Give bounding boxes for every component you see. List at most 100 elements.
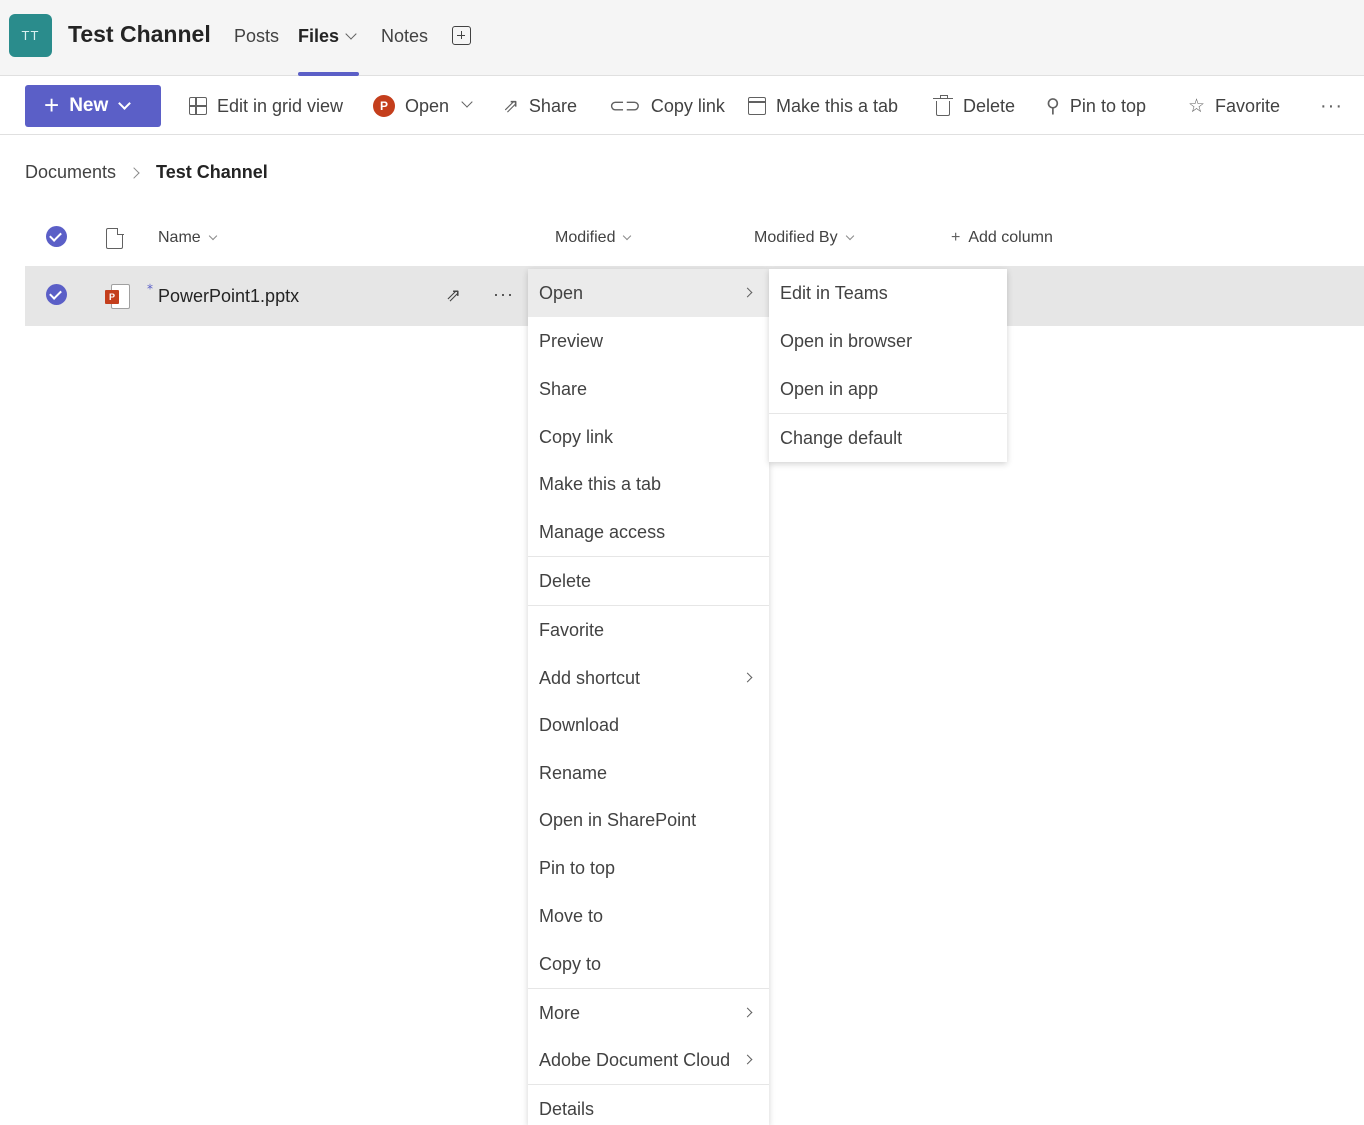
- list-column-header: Name Modified Modified By + Add column: [0, 218, 1364, 258]
- delete-button[interactable]: Delete: [933, 94, 1016, 117]
- menu-item-copy-to[interactable]: Copy to: [528, 940, 769, 988]
- row-checkbox[interactable]: [46, 284, 67, 305]
- breadcrumb-current: Test Channel: [156, 162, 268, 182]
- share-icon[interactable]: ⇗: [446, 286, 466, 304]
- chevron-right-icon: [742, 287, 753, 298]
- plus-icon: +: [951, 229, 961, 246]
- copy-link-label: Copy link: [650, 95, 725, 116]
- new-button[interactable]: + New: [25, 85, 161, 127]
- submenu-item-open-in-app[interactable]: Open in app: [769, 365, 1007, 413]
- pin-to-top-button[interactable]: ⚲ Pin to top: [1046, 95, 1146, 117]
- copy-link-button[interactable]: ⊂⊃ Copy link: [609, 95, 725, 117]
- chevron-right-icon: [128, 166, 140, 179]
- add-column-label: Add column: [968, 229, 1053, 246]
- chevron-down-icon: [623, 231, 632, 241]
- file-name[interactable]: PowerPoint1.pptx: [158, 286, 299, 307]
- menu-item-favorite[interactable]: Favorite: [528, 606, 769, 654]
- trash-icon: [933, 94, 953, 116]
- share-icon: ⇗: [503, 95, 519, 117]
- menu-item-label: Delete: [539, 570, 592, 591]
- column-modified-by-label: Modified By: [754, 229, 838, 246]
- menu-item-pin-to-top[interactable]: Pin to top: [528, 844, 769, 892]
- submenu-item-edit-in-teams[interactable]: Edit in Teams: [769, 269, 1007, 317]
- menu-item-details[interactable]: Details: [528, 1085, 769, 1125]
- column-modified-by[interactable]: Modified By: [754, 229, 854, 247]
- menu-item-move-to[interactable]: Move to: [528, 892, 769, 940]
- star-icon: ☆: [1188, 95, 1206, 117]
- command-bar: + New Edit in grid view P Open ⇗ Share ⊂…: [0, 77, 1364, 135]
- tab-notes-label: Notes: [381, 26, 429, 46]
- select-all-checkbox[interactable]: [46, 226, 67, 247]
- submenu-item-open-in-browser[interactable]: Open in browser: [769, 317, 1007, 365]
- menu-item-adobe-document-cloud[interactable]: Adobe Document Cloud: [528, 1036, 769, 1084]
- tab-files[interactable]: Files: [298, 26, 357, 47]
- submenu-item-change-default[interactable]: Change default: [769, 414, 1007, 462]
- make-tab-button[interactable]: Make this a tab: [748, 95, 898, 117]
- row-more-options-icon[interactable]: ···: [493, 284, 514, 305]
- menu-item-open-in-sharepoint[interactable]: Open in SharePoint: [528, 796, 769, 844]
- column-modified-label: Modified: [555, 229, 616, 246]
- menu-item-label: Open in SharePoint: [539, 809, 697, 830]
- share-button-label: Share: [528, 95, 577, 116]
- tab-files-label: Files: [298, 26, 340, 46]
- chevron-down-icon: [461, 96, 473, 108]
- submenu-item-label: Open in browser: [780, 330, 913, 351]
- open-button[interactable]: P Open: [373, 95, 473, 117]
- share-button[interactable]: ⇗ Share: [503, 95, 577, 117]
- more-options-icon[interactable]: ···: [1320, 95, 1343, 118]
- pptx-file-icon: P: [105, 284, 130, 309]
- menu-item-label: Manage access: [539, 521, 666, 542]
- chevron-right-icon: [742, 672, 753, 683]
- pin-icon: ⚲: [1046, 95, 1060, 117]
- menu-item-label: Rename: [539, 762, 608, 783]
- menu-item-label: Add shortcut: [539, 667, 641, 688]
- active-tab-indicator: [298, 72, 359, 76]
- tab-icon: [748, 97, 766, 115]
- menu-item-download[interactable]: Download: [528, 701, 769, 749]
- menu-item-label: Adobe Document Cloud: [539, 1049, 731, 1070]
- menu-item-manage-access[interactable]: Manage access: [528, 508, 769, 556]
- grid-icon: [189, 97, 207, 115]
- channel-header: TT Test Channel Posts Files Notes: [0, 0, 1364, 76]
- tab-notes[interactable]: Notes: [381, 26, 428, 47]
- menu-item-label: Details: [539, 1098, 595, 1119]
- menu-item-label: Share: [539, 378, 588, 399]
- column-name[interactable]: Name: [158, 229, 217, 247]
- make-tab-label: Make this a tab: [776, 95, 899, 116]
- menu-item-copy-link[interactable]: Copy link: [528, 413, 769, 461]
- menu-item-label: Pin to top: [539, 857, 616, 878]
- menu-item-label: Make this a tab: [539, 473, 662, 494]
- menu-item-label: Preview: [539, 330, 604, 351]
- plus-icon: +: [44, 90, 60, 120]
- pin-to-top-label: Pin to top: [1069, 95, 1146, 116]
- favorite-button-label: Favorite: [1215, 95, 1281, 116]
- delete-button-label: Delete: [963, 95, 1016, 116]
- chevron-right-icon: [742, 1007, 753, 1018]
- menu-item-label: More: [539, 1002, 581, 1023]
- menu-item-delete[interactable]: Delete: [528, 557, 769, 605]
- edit-grid-view-button[interactable]: Edit in grid view: [189, 95, 343, 117]
- chevron-down-icon: [845, 231, 854, 241]
- tab-posts[interactable]: Posts: [234, 26, 279, 47]
- favorite-button[interactable]: ☆ Favorite: [1188, 95, 1280, 117]
- add-tab-icon[interactable]: [452, 26, 471, 45]
- tab-posts-label: Posts: [234, 26, 280, 46]
- add-column-button[interactable]: + Add column: [951, 229, 1053, 247]
- menu-item-rename[interactable]: Rename: [528, 749, 769, 797]
- column-modified[interactable]: Modified: [555, 229, 632, 247]
- menu-item-label: Favorite: [539, 619, 605, 640]
- menu-item-preview[interactable]: Preview: [528, 317, 769, 365]
- chevron-down-icon: [208, 231, 217, 241]
- team-avatar[interactable]: TT: [9, 14, 52, 57]
- menu-item-share[interactable]: Share: [528, 365, 769, 413]
- column-name-label: Name: [158, 229, 201, 246]
- menu-item-add-shortcut[interactable]: Add shortcut: [528, 654, 769, 702]
- file-type-icon: [106, 227, 124, 249]
- menu-item-more[interactable]: More: [528, 989, 769, 1037]
- menu-item-open[interactable]: Open: [528, 269, 769, 317]
- menu-item-make-tab[interactable]: Make this a tab: [528, 460, 769, 508]
- context-menu: Open Preview Share Copy link Make this a…: [528, 269, 769, 1125]
- breadcrumb-documents[interactable]: Documents: [25, 162, 116, 183]
- channel-title: Test Channel: [68, 21, 211, 47]
- edit-grid-view-label: Edit in grid view: [217, 95, 344, 116]
